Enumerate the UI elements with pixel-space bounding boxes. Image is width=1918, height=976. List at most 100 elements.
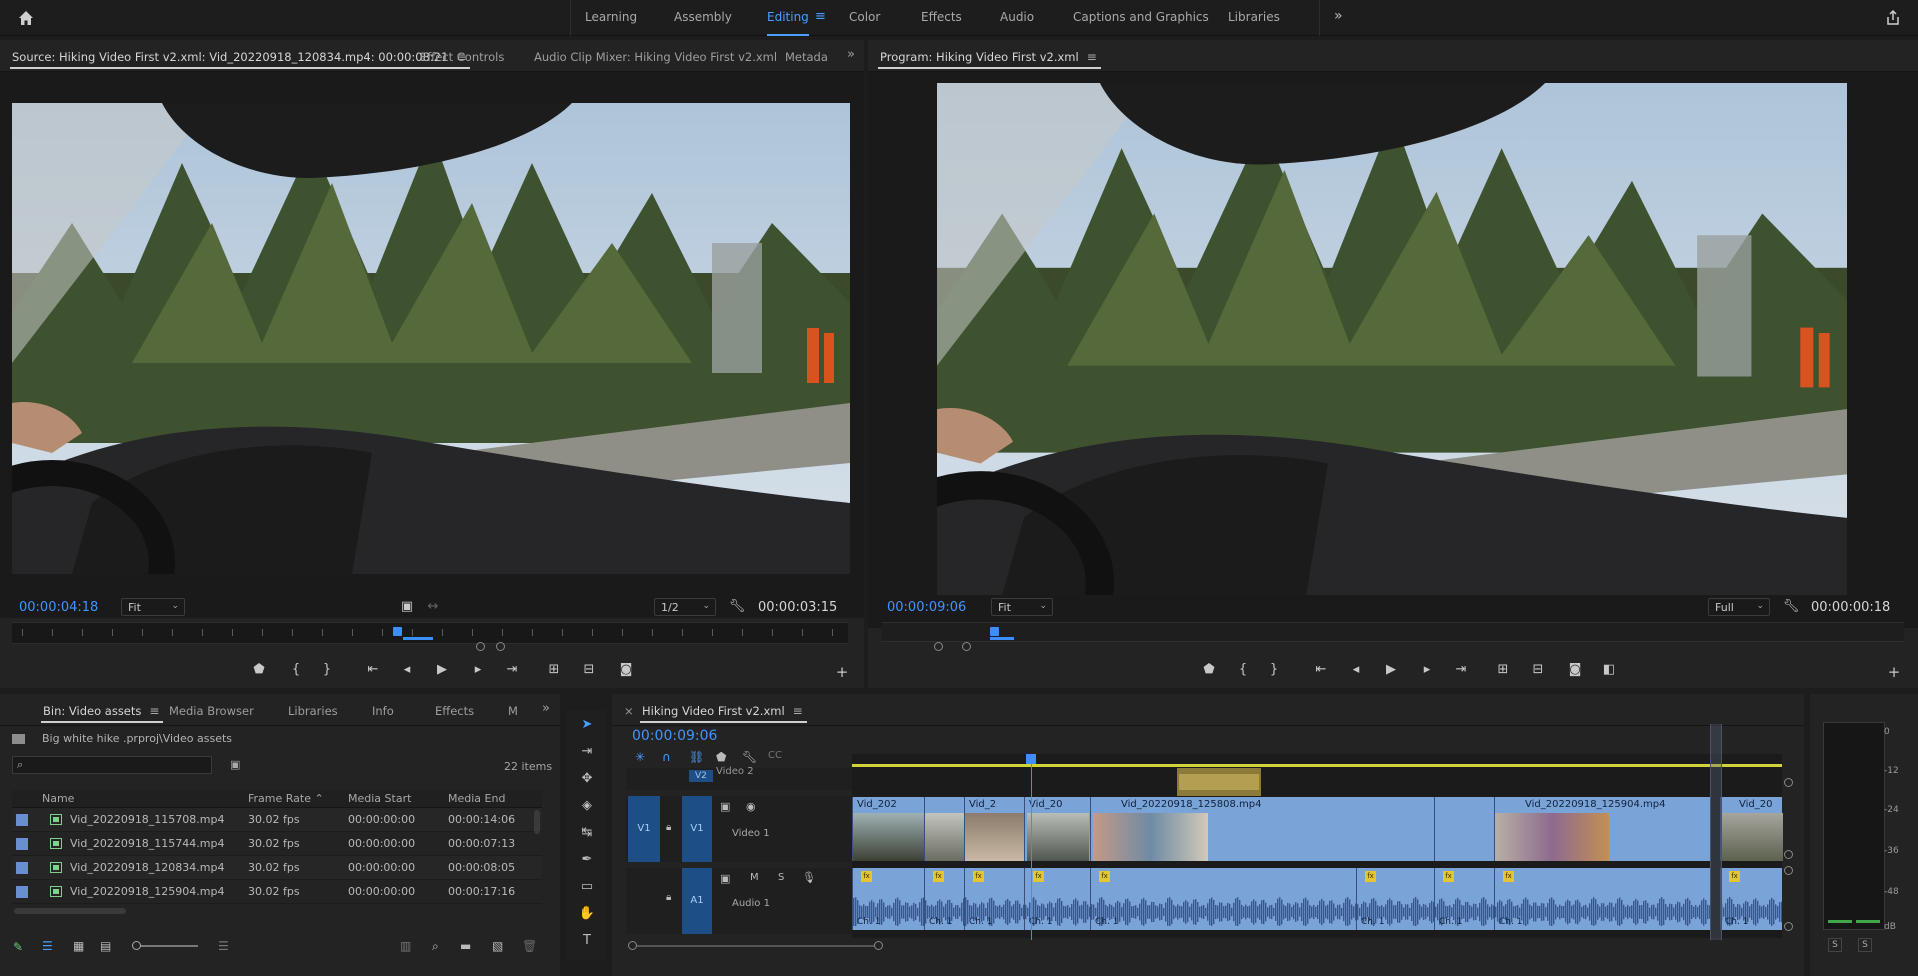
video-clip[interactable]: Vid_20 — [1024, 797, 1090, 861]
zoom-handle-left[interactable] — [934, 642, 943, 651]
track-zoom-handle[interactable] — [1784, 850, 1793, 859]
camera-icon[interactable]: ◙ — [617, 661, 635, 679]
audio-clip[interactable]: fx Ch. 1 — [1434, 868, 1494, 930]
workspace-tab-libraries[interactable]: Libraries — [1228, 10, 1280, 24]
audio-clip[interactable]: fx Ch. 1 — [1024, 868, 1090, 930]
track-target-a1[interactable]: A1 — [682, 868, 712, 934]
panel-menu-icon[interactable]: ≡ — [1087, 50, 1097, 64]
compare-view-icon[interactable]: ◧ — [1600, 661, 1618, 679]
work-area-bar[interactable] — [852, 764, 1782, 767]
add-marker-icon[interactable]: ⬟ — [250, 661, 268, 679]
fx-badge[interactable]: fx — [933, 871, 944, 882]
audio-clip[interactable]: fx Ch. 1 — [852, 868, 924, 930]
mark-in-icon[interactable]: { — [1234, 661, 1252, 679]
wrench-icon[interactable]: 🔧︎ — [742, 750, 757, 764]
program-fit-dropdown[interactable]: Fit ⌄ — [991, 598, 1053, 616]
workspace-tab-color[interactable]: Color — [849, 10, 880, 24]
extract-icon[interactable]: ⊟ — [1529, 661, 1547, 679]
fx-badge[interactable]: fx — [1365, 871, 1376, 882]
close-sequence-icon[interactable]: × — [624, 704, 634, 718]
source-playhead[interactable] — [392, 627, 402, 636]
solo-left-button[interactable]: S — [1828, 938, 1842, 952]
audio-clip[interactable]: fx Ch. 1 — [1356, 868, 1434, 930]
eye-icon[interactable]: ◉ — [746, 800, 756, 813]
video-clip[interactable]: Vid_2 — [964, 797, 1025, 861]
solo-button[interactable]: S — [778, 872, 784, 883]
find-icon[interactable]: ⌕ — [432, 939, 439, 954]
more-workspaces-icon[interactable]: » — [1334, 8, 1343, 24]
column-name[interactable]: Name — [12, 790, 244, 808]
camera-icon[interactable]: ◙ — [1566, 661, 1584, 679]
label-color-swatch[interactable] — [16, 885, 28, 898]
tab-effects[interactable]: Effects — [435, 704, 474, 718]
audio-clip[interactable]: fx Ch. 1 — [1494, 868, 1710, 930]
add-button-icon[interactable]: + — [833, 663, 851, 681]
zoom-handle-right[interactable] — [962, 642, 971, 651]
play-icon[interactable]: ▶ — [433, 661, 451, 679]
table-row[interactable]: Vid_20220918_120834.mp4 30.02 fps 00:00:… — [12, 855, 542, 880]
fx-badge[interactable]: fx — [861, 871, 872, 882]
lock-icon[interactable]: 🔒︎ — [666, 892, 671, 903]
source-resolution-dropdown[interactable]: 1/2 ⌄ — [654, 598, 716, 616]
fx-badge[interactable]: fx — [1033, 871, 1044, 882]
sync-lock-icon[interactable]: ▣ — [720, 800, 730, 813]
tab-more[interactable]: M — [508, 704, 518, 718]
source-time-ruler[interactable] — [12, 622, 848, 644]
add-marker-icon[interactable]: ⬟ — [1200, 661, 1218, 679]
automate-to-sequence-icon[interactable]: ▥ — [400, 939, 411, 953]
pencil-icon[interactable]: ✎ — [13, 940, 23, 954]
razor-tool-icon[interactable]: ◈ — [578, 797, 596, 815]
label-color-swatch[interactable] — [16, 837, 28, 850]
workspace-tab-assembly[interactable]: Assembly — [674, 10, 732, 24]
bin-search-input[interactable]: ⌕ — [12, 756, 212, 774]
program-playhead-timecode[interactable]: 00:00:09:06 — [887, 600, 966, 615]
program-video-frame[interactable] — [937, 83, 1847, 595]
fx-badge[interactable]: fx — [973, 871, 984, 882]
mark-out-icon[interactable]: } — [1265, 661, 1283, 679]
label-color-swatch[interactable] — [16, 861, 28, 874]
microphone-icon[interactable]: 🎙︎ — [802, 871, 816, 884]
trash-icon[interactable]: 🗑︎ — [522, 939, 537, 953]
solo-right-button[interactable]: S — [1858, 938, 1872, 952]
track-zoom-handle[interactable] — [1784, 922, 1793, 931]
audio-clip[interactable]: fx Ch. 1 — [1720, 868, 1782, 930]
panel-menu-icon[interactable]: ≡ — [149, 704, 159, 718]
icon-view-icon[interactable]: ▦ — [73, 939, 84, 953]
track-target-v1[interactable]: V1 — [682, 796, 712, 862]
video-clip[interactable]: Vid_20220918_125808.mp4 — [1090, 797, 1434, 861]
zoom-slider[interactable] — [132, 945, 198, 947]
workspace-tab-effects[interactable]: Effects — [921, 10, 962, 24]
program-resolution-dropdown[interactable]: Full ⌄ — [1708, 598, 1770, 616]
video-clip[interactable]: Vid_20 — [1720, 797, 1783, 861]
video-clip[interactable]: Vid_202 — [852, 797, 925, 861]
tab-audio-clip-mixer[interactable]: Audio Clip Mixer: Hiking Video First v2.… — [534, 50, 777, 64]
new-item-icon[interactable]: ▧ — [492, 939, 503, 953]
nest-icon[interactable]: ✳ — [635, 750, 645, 764]
lock-icon[interactable]: 🔒︎ — [666, 822, 671, 833]
fx-badge[interactable]: fx — [1099, 871, 1110, 882]
timeline-zoom-handle-right[interactable] — [874, 941, 883, 950]
new-bin-icon[interactable]: ▬ — [460, 939, 471, 953]
label-color-swatch[interactable] — [16, 813, 28, 826]
add-button-icon[interactable]: + — [1885, 663, 1903, 681]
new-search-bin-icon[interactable]: ▣ — [230, 758, 240, 771]
audio-clip[interactable]: fx Ch. 1 — [964, 868, 1024, 930]
slip-tool-icon[interactable]: ↹ — [578, 824, 596, 842]
horizontal-scrollbar[interactable] — [14, 908, 126, 914]
timeline-zoom-scrollbar[interactable] — [632, 945, 880, 947]
tab-info[interactable]: Info — [372, 704, 394, 718]
source-patch-v1[interactable]: V1 — [628, 796, 660, 862]
column-media-start[interactable]: Media Start — [344, 790, 444, 808]
tab-bin-video-assets[interactable]: Bin: Video assets ≡ — [40, 704, 164, 723]
track-zoom-handle[interactable] — [1784, 778, 1793, 787]
sort-icons-icon[interactable]: ☰ — [218, 939, 229, 953]
more-tabs-icon[interactable]: » — [847, 47, 855, 62]
tab-metadata[interactable]: Metada — [785, 50, 828, 64]
audio-clip[interactable]: fx Ch. 1 — [1090, 868, 1356, 930]
mark-in-icon[interactable]: { — [287, 661, 305, 679]
source-playhead-timecode[interactable]: 00:00:04:18 — [19, 600, 98, 615]
workspace-tab-editing[interactable]: Editing — [767, 10, 809, 36]
go-to-out-icon[interactable]: ⇥ — [1452, 661, 1470, 679]
column-frame-rate[interactable]: Frame Rate ⌃ — [244, 790, 344, 808]
tab-libraries[interactable]: Libraries — [288, 704, 338, 718]
